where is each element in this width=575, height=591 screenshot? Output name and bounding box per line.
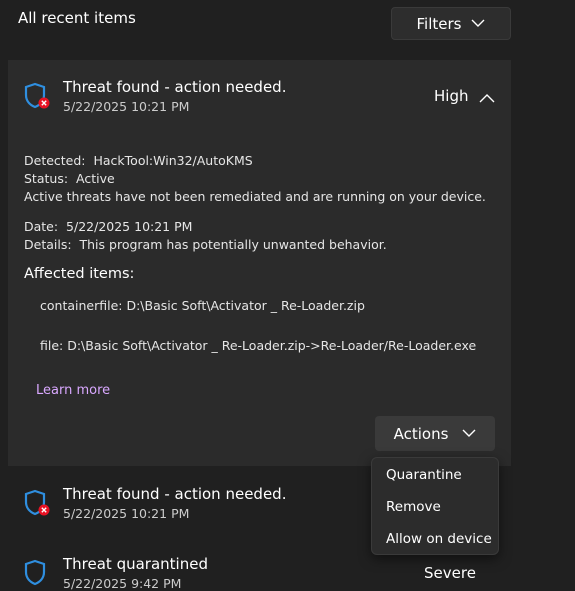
threat-date: 5/22/2025 10:21 PM <box>63 506 190 521</box>
severity-label: High <box>434 87 469 105</box>
filters-label: Filters <box>416 14 462 33</box>
chevron-down-icon <box>471 19 485 27</box>
shield-error-icon <box>24 82 50 114</box>
shield-error-icon <box>24 489 50 521</box>
affected-item: containerfile: D:\Basic Soft\Activator _… <box>40 298 365 313</box>
actions-menu: Quarantine Remove Allow on device <box>371 457 499 555</box>
threat-date: 5/22/2025 9:42 PM <box>63 576 182 591</box>
details-label: Details: <box>24 237 72 252</box>
threat-title[interactable]: Threat quarantined <box>63 555 208 573</box>
detected-value: HackTool:Win32/AutoKMS <box>93 153 253 168</box>
severity-label: Severe <box>424 564 476 582</box>
shield-icon <box>24 559 50 591</box>
chevron-down-icon <box>462 429 476 437</box>
detected-row: Detected: HackTool:Win32/AutoKMS <box>24 153 253 168</box>
menu-item-quarantine[interactable]: Quarantine <box>386 467 462 483</box>
status-value: Active <box>76 171 115 186</box>
status-description: Active threats have not been remediated … <box>24 189 486 204</box>
status-label: Status: <box>24 171 69 186</box>
date-row: Date: 5/22/2025 10:21 PM <box>24 219 192 234</box>
details-row: Details: This program has potentially un… <box>24 237 387 252</box>
threat-title[interactable]: Threat found - action needed. <box>63 485 286 503</box>
threat-title: Threat found - action needed. <box>63 78 287 96</box>
threat-date: 5/22/2025 10:21 PM <box>63 99 190 114</box>
actions-button[interactable]: Actions <box>375 416 495 451</box>
filters-button[interactable]: Filters <box>391 7 511 40</box>
actions-label: Actions <box>393 424 449 443</box>
affected-item: file: D:\Basic Soft\Activator _ Re-Loade… <box>40 338 477 353</box>
detected-label: Detected: <box>24 153 86 168</box>
status-row: Status: Active <box>24 171 115 186</box>
chevron-up-icon[interactable] <box>479 88 495 107</box>
details-value: This program has potentially unwanted be… <box>79 237 387 252</box>
threat-card-expanded <box>8 60 511 466</box>
menu-item-remove[interactable]: Remove <box>386 499 441 515</box>
menu-item-allow-on-device[interactable]: Allow on device <box>386 531 492 547</box>
affected-heading: Affected items: <box>24 266 135 282</box>
date-label: Date: <box>24 219 59 234</box>
page-title: All recent items <box>18 9 136 27</box>
date-value: 5/22/2025 10:21 PM <box>66 219 193 234</box>
learn-more-link[interactable]: Learn more <box>36 383 110 398</box>
